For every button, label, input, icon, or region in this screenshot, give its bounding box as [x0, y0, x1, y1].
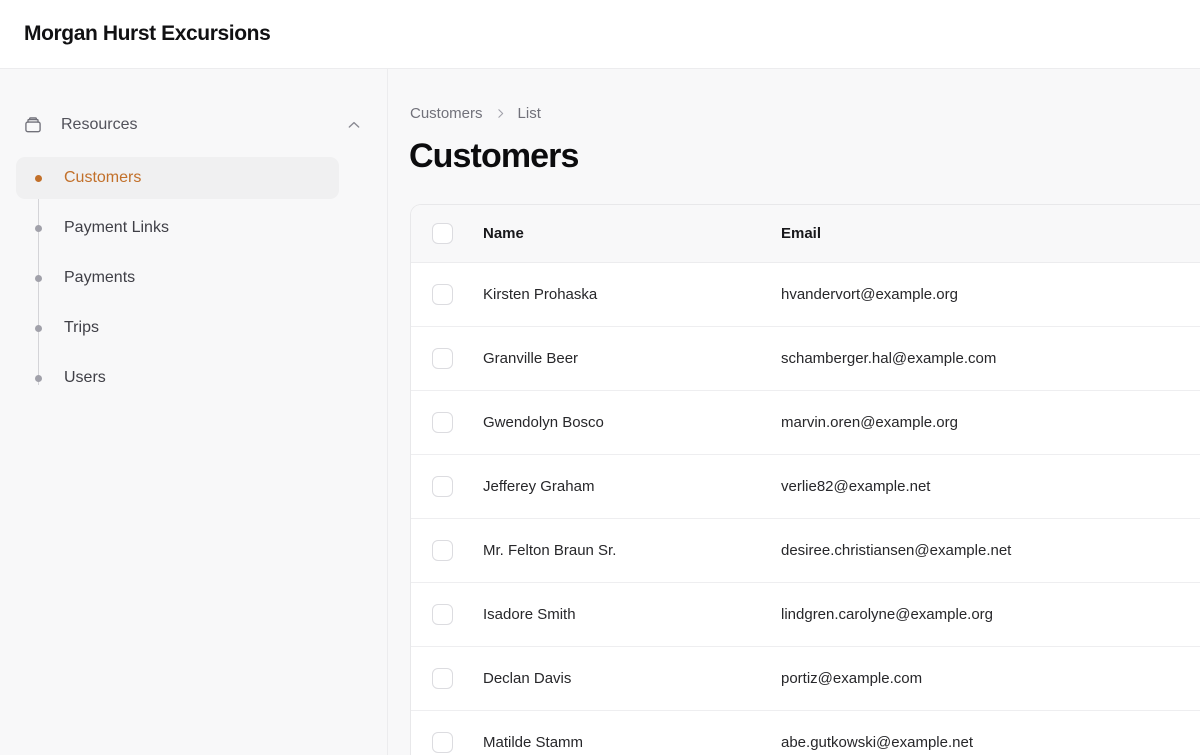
- cell-name: Granville Beer: [483, 326, 781, 391]
- cell-email: verlie82@example.net: [781, 454, 1200, 519]
- sidebar-group-label: Resources: [61, 116, 138, 133]
- row-checkbox[interactable]: [432, 731, 453, 753]
- cell-email: abe.gutkowski@example.net: [781, 710, 1200, 755]
- sidebar-item-label: Customers: [64, 169, 142, 186]
- sidebar-item-label: Payments: [64, 269, 136, 286]
- customers-table-container: Name Email Kirsten Prohaska hvandervort@…: [410, 204, 1200, 755]
- select-all-checkbox[interactable]: [432, 222, 453, 244]
- sidebar-item-label: Payment Links: [64, 219, 169, 236]
- cell-email: marvin.oren@example.org: [781, 390, 1200, 455]
- nav-dot-icon: [35, 374, 42, 382]
- app-header: Morgan Hurst Excursions: [0, 0, 1200, 69]
- customers-table: Name Email Kirsten Prohaska hvandervort@…: [411, 205, 1200, 755]
- cell-email: schamberger.hal@example.com: [781, 326, 1200, 391]
- breadcrumb: Customers List: [388, 103, 1200, 123]
- row-checkbox[interactable]: [432, 475, 453, 497]
- sidebar-group-resources[interactable]: Resources: [0, 107, 387, 143]
- cell-name: Kirsten Prohaska: [483, 262, 781, 327]
- row-select-cell: [411, 454, 483, 519]
- sidebar-item-payment-links[interactable]: Payment Links: [16, 207, 339, 249]
- sidebar-item-payments[interactable]: Payments: [16, 257, 339, 299]
- sidebar-nav-list: Customers Payment Links Payments Trips U…: [0, 157, 387, 399]
- cell-name: Gwendolyn Bosco: [483, 390, 781, 455]
- cell-email: lindgren.carolyne@example.org: [781, 582, 1200, 647]
- row-select-cell: [411, 262, 483, 327]
- chevron-right-icon: [494, 107, 507, 120]
- main-content: Customers List Customers Name Email Kirs…: [388, 69, 1200, 755]
- row-select-cell: [411, 326, 483, 391]
- sidebar-item-trips[interactable]: Trips: [16, 307, 339, 349]
- row-select-cell: [411, 582, 483, 647]
- table-row[interactable]: Gwendolyn Bosco marvin.oren@example.org: [411, 390, 1200, 455]
- table-row[interactable]: Jefferey Graham verlie82@example.net: [411, 454, 1200, 519]
- row-checkbox[interactable]: [432, 411, 453, 433]
- nav-dot-icon: [35, 174, 42, 182]
- table-row[interactable]: Isadore Smith lindgren.carolyne@example.…: [411, 582, 1200, 647]
- row-checkbox[interactable]: [432, 347, 453, 369]
- cell-email: hvandervort@example.org: [781, 262, 1200, 327]
- row-select-cell: [411, 710, 483, 755]
- row-select-cell: [411, 518, 483, 583]
- brand-title: Morgan Hurst Excursions: [24, 22, 271, 45]
- table-header-row: Name Email: [411, 205, 1200, 263]
- row-checkbox[interactable]: [432, 539, 453, 561]
- sidebar: Resources Customers Payment Links Paymen…: [0, 69, 388, 755]
- row-checkbox[interactable]: [432, 283, 453, 305]
- row-select-cell: [411, 390, 483, 455]
- table-row[interactable]: Declan Davis portiz@example.com: [411, 646, 1200, 711]
- cell-name: Matilde Stamm: [483, 710, 781, 755]
- row-checkbox[interactable]: [432, 603, 453, 625]
- cell-email: portiz@example.com: [781, 646, 1200, 711]
- column-header-name[interactable]: Name: [483, 205, 781, 263]
- breadcrumb-item-list: List: [517, 104, 541, 122]
- table-row[interactable]: Granville Beer schamberger.hal@example.c…: [411, 326, 1200, 391]
- table-row[interactable]: Matilde Stamm abe.gutkowski@example.net: [411, 710, 1200, 755]
- row-select-cell: [411, 646, 483, 711]
- chevron-up-icon[interactable]: [345, 116, 363, 134]
- breadcrumb-item-customers[interactable]: Customers: [410, 105, 483, 122]
- nav-dot-icon: [35, 324, 42, 332]
- sidebar-item-label: Trips: [64, 319, 99, 336]
- row-checkbox[interactable]: [432, 667, 453, 689]
- archive-box-icon: [22, 114, 44, 136]
- cell-name: Declan Davis: [483, 646, 781, 711]
- table-row[interactable]: Kirsten Prohaska hvandervort@example.org: [411, 262, 1200, 327]
- select-all-header-cell: [411, 205, 483, 263]
- sidebar-item-label: Users: [64, 369, 106, 386]
- cell-name: Jefferey Graham: [483, 454, 781, 519]
- table-row[interactable]: Mr. Felton Braun Sr. desiree.christianse…: [411, 518, 1200, 583]
- column-header-email[interactable]: Email: [781, 205, 1200, 263]
- nav-dot-icon: [35, 224, 42, 232]
- nav-dot-icon: [35, 274, 42, 282]
- page-title: Customers: [409, 137, 579, 175]
- sidebar-item-users[interactable]: Users: [16, 357, 339, 399]
- cell-name: Mr. Felton Braun Sr.: [483, 518, 781, 583]
- table-body: Kirsten Prohaska hvandervort@example.org…: [411, 262, 1200, 755]
- app-shell: Resources Customers Payment Links Paymen…: [0, 69, 1200, 755]
- cell-name: Isadore Smith: [483, 582, 781, 647]
- sidebar-item-customers[interactable]: Customers: [16, 157, 339, 199]
- table-header: Name Email: [411, 205, 1200, 263]
- cell-email: desiree.christiansen@example.net: [781, 518, 1200, 583]
